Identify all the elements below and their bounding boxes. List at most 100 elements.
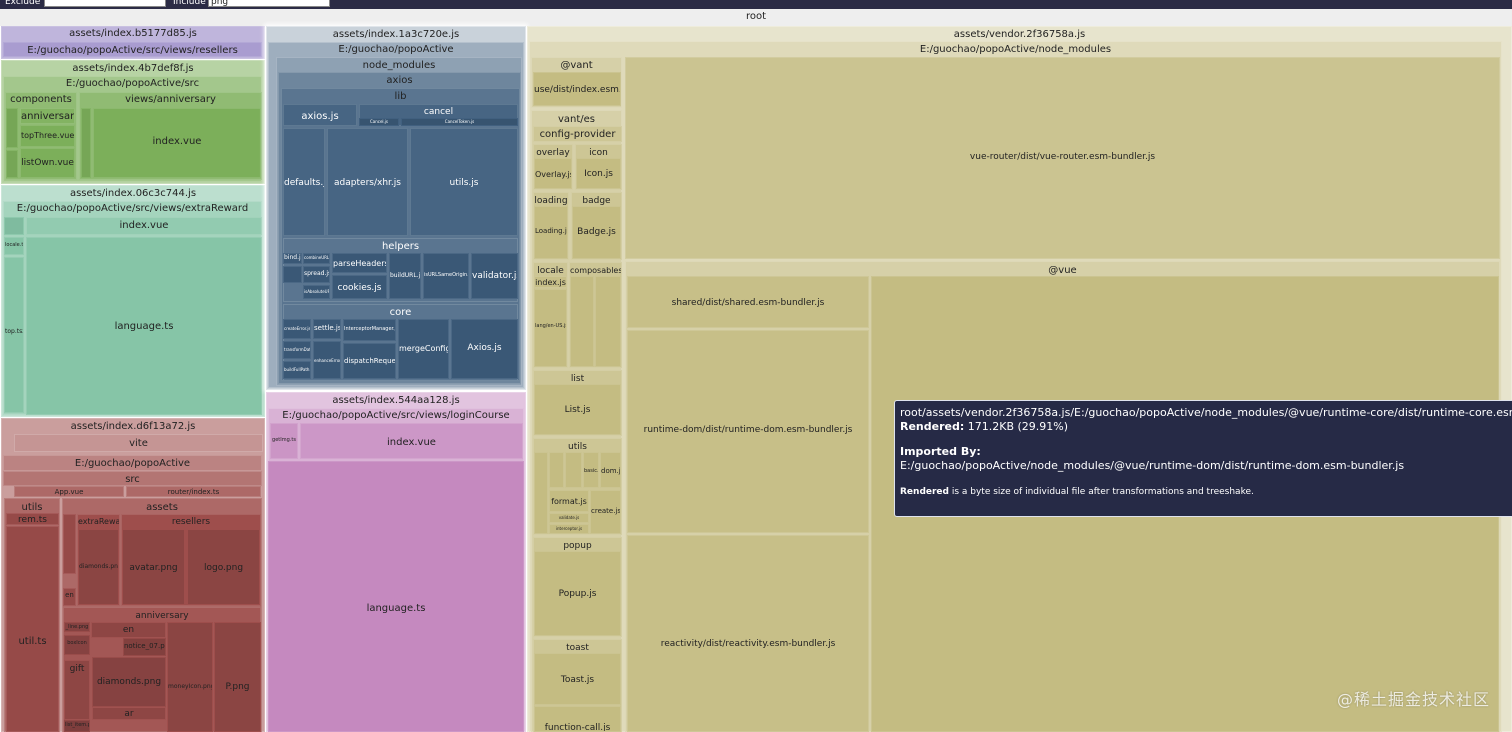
file-utils-axios[interactable]: utils.js (410, 128, 518, 236)
file-extra-language[interactable]: language.ts (26, 237, 262, 415)
file-notice[interactable]: notice_07.png (123, 638, 166, 656)
file-validator[interactable]: validator.js (471, 253, 518, 299)
dir-ar[interactable]: ar (63, 514, 76, 574)
file-locale-index[interactable]: index.js (534, 276, 567, 288)
file-axios-js[interactable]: axios.js (283, 104, 357, 126)
file-getimg[interactable]: getImg.ts (270, 423, 298, 459)
file-create[interactable]: create.js (590, 490, 621, 534)
file-rem-label: rem.ts (18, 515, 47, 525)
file-same-origin[interactable]: isURLSameOrigin.js (423, 253, 469, 299)
file-money-icon[interactable]: moneyIcon.png (167, 622, 213, 732)
file-interceptor-vant[interactable]: interceptor.js (549, 524, 589, 534)
file-comp-small-1[interactable] (6, 108, 18, 148)
file-diamonds[interactable]: diamonds.png (92, 657, 166, 707)
file-absolute[interactable]: isAbsoluteURL.js (303, 285, 330, 299)
file-combine[interactable]: combineURLs.js (303, 253, 330, 264)
root-band[interactable]: root (0, 9, 1512, 26)
file-logo[interactable]: logo.png (187, 529, 260, 605)
file-box-icon[interactable]: boxIcon (64, 635, 90, 655)
dir-resellers[interactable]: E:/guochao/popoActive/src/views/reseller… (3, 42, 262, 57)
file-utils-small-3[interactable] (565, 452, 582, 488)
file-format[interactable]: format.js (549, 490, 589, 512)
file-diamonds-small[interactable]: diamonds.png (78, 529, 119, 605)
file-vue-router[interactable]: vue-router/dist/vue-router.esm-bundler.j… (625, 57, 1500, 259)
dir-en[interactable]: en (63, 588, 76, 606)
file-spread[interactable]: spread.js (303, 266, 330, 283)
file-create-error[interactable]: createError.js (283, 319, 311, 339)
file-merge[interactable]: mergeConfig.js (398, 319, 449, 379)
file-parse-headers[interactable]: parseHeaders.js (332, 253, 387, 273)
file-icon[interactable]: Icon.js (576, 158, 621, 189)
file-line[interactable]: _line.png (64, 622, 90, 632)
file-listown[interactable]: listOwn.vue (20, 148, 75, 178)
file-overlay[interactable]: Overlay.js (534, 158, 572, 189)
file-utils-small-2[interactable] (549, 452, 564, 488)
file-views-small[interactable] (81, 108, 91, 178)
dir-en2[interactable]: en (91, 622, 166, 638)
file-settle[interactable]: settle.js (313, 319, 341, 339)
dir-src[interactable]: src (3, 471, 262, 486)
file-list-item[interactable]: list_item.png (64, 720, 90, 732)
file-basic[interactable]: basic.js (583, 452, 599, 488)
file-popup[interactable]: Popup.js (534, 551, 621, 636)
dir-composables-label: composables (570, 266, 621, 275)
file-axios-core[interactable]: Axios.js (451, 319, 518, 379)
file-app-vue[interactable]: App.vue (14, 486, 124, 497)
dir-gift[interactable]: gift (64, 660, 90, 720)
file-p-png[interactable]: P.png (214, 622, 261, 732)
file-badge[interactable]: Badge.js (572, 206, 621, 259)
file-extra-small-1[interactable] (4, 217, 24, 235)
file-transform[interactable]: transformData.js (283, 341, 311, 359)
dir-config-provider[interactable]: config-provider (533, 126, 622, 142)
file-use-dist[interactable]: use/dist/index.esm.js (533, 72, 621, 106)
dir-ar2[interactable]: ar (92, 707, 166, 720)
file-top-tsx[interactable]: top.tsx (4, 257, 24, 413)
file-cancel-js[interactable]: Cancel.js (359, 118, 399, 126)
file-enhance[interactable]: enhanceError.js (313, 341, 341, 379)
file-helper-small[interactable] (283, 266, 302, 283)
file-list[interactable]: List.js (534, 384, 621, 435)
file-reactivity[interactable]: reactivity/dist/reactivity.esm-bundler.j… (627, 535, 869, 732)
file-loading[interactable]: Loading.js (534, 206, 568, 259)
file-shared[interactable]: shared/dist/shared.esm-bundler.js (627, 276, 869, 328)
file-anniversary-index[interactable]: index.vue (93, 108, 261, 178)
file-interceptor[interactable]: InterceptorManager.js (343, 319, 396, 341)
file-dom[interactable]: dom.js (600, 452, 621, 488)
file-toast[interactable]: Toast.js (534, 653, 621, 705)
file-cookies[interactable]: cookies.js (332, 275, 387, 299)
file-comp-1[interactable] (570, 276, 594, 367)
dir-resellers-label: E:/guochao/popoActive/src/views/reseller… (27, 45, 238, 56)
dir-vite[interactable]: vite (14, 434, 263, 452)
file-locale-ts[interactable]: locale.ts (4, 237, 24, 255)
file-rem[interactable]: rem.ts (6, 513, 59, 525)
file-extra-index[interactable]: index.vue (26, 217, 262, 235)
include-input[interactable]: png (208, 0, 330, 7)
file-comp-2[interactable] (595, 276, 621, 367)
file-comp-small-2[interactable] (6, 150, 18, 178)
file-extra-index-label: index.vue (119, 220, 169, 231)
exclude-input[interactable] (44, 0, 166, 7)
file-login-language[interactable]: language.ts (268, 461, 524, 732)
file-dispatch[interactable]: dispatchRequest.js (343, 343, 396, 379)
file-adapters-label: adapters/xhr.js (334, 178, 401, 188)
file-build-full[interactable]: buildFullPath.js (283, 361, 311, 379)
dir-main-path[interactable]: E:/guochao/popoActive (3, 455, 262, 471)
file-cookies-label: cookies.js (337, 283, 382, 293)
file-cancel-token[interactable]: CancelToken.js (401, 118, 518, 126)
file-runtime-dom[interactable]: runtime-dom/dist/runtime-dom.esm-bundler… (627, 330, 869, 533)
file-merge-label: mergeConfig.js (399, 344, 448, 353)
file-build-url[interactable]: buildURL.js (389, 253, 421, 299)
file-topthree[interactable]: topThree.vue (20, 125, 75, 147)
file-defaults[interactable]: defaults.js (283, 128, 325, 236)
dir-anniversary-comp[interactable]: anniversary (20, 108, 75, 124)
file-lang[interactable]: lang/en-US.js (534, 289, 567, 367)
file-avatar[interactable]: avatar.png (122, 529, 185, 605)
file-router[interactable]: router/index.ts (126, 486, 261, 497)
file-adapters[interactable]: adapters/xhr.js (327, 128, 408, 236)
file-validate[interactable]: validate.js (549, 513, 589, 523)
file-util[interactable]: util.ts (6, 526, 59, 732)
file-bind[interactable]: bind.js (283, 253, 302, 264)
file-utils-small-1[interactable] (534, 452, 548, 534)
file-login-index[interactable]: index.vue (300, 423, 523, 459)
file-function-call[interactable]: function-call.js (534, 706, 621, 732)
